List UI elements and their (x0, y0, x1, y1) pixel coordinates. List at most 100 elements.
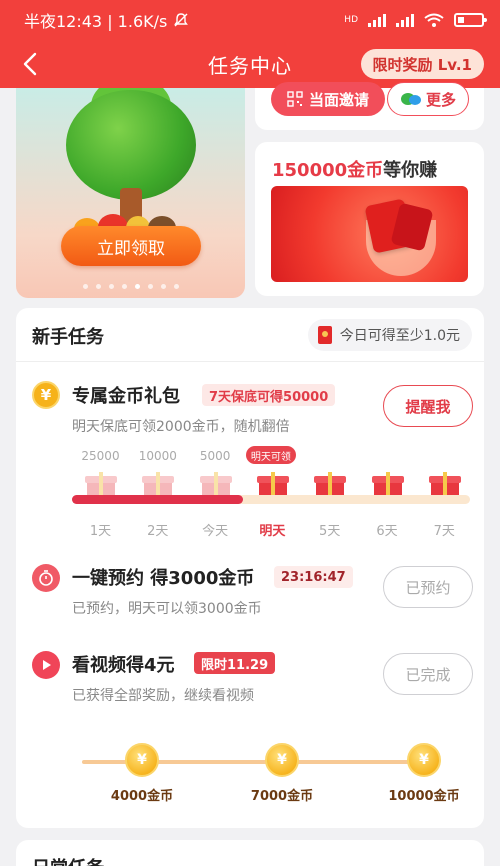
task-watch-video: 看视频得4元 限时11.29 已获得全部奖励，继续看视频 已完成 (16, 647, 484, 707)
carousel-dot[interactable] (147, 284, 153, 289)
more-share-button[interactable]: 更多 (387, 82, 469, 116)
task-reservation: 一键预约 得3000金币 23:16:47 已预约，明天可以领3000金币 已预… (16, 560, 484, 620)
gift-amount: 5000 (199, 449, 231, 463)
gift-day-label: 1天 (89, 524, 112, 539)
gift-day-label: 明天 (259, 524, 286, 539)
gift-box-icon (314, 470, 347, 498)
back-button[interactable] (14, 48, 46, 80)
gift-box-icon (428, 470, 461, 498)
coin-icon: ¥ (32, 381, 60, 409)
carousel-dot[interactable] (121, 284, 127, 289)
task-name: 一键预约 得3000金币 (72, 568, 255, 589)
daily-tasks-card: 日常任务 (16, 840, 484, 866)
coins-amount: 150000金币 (272, 160, 384, 181)
hd-label: HD (344, 15, 358, 25)
play-icon (32, 651, 60, 679)
milestone-label: 7000金币 (250, 789, 314, 804)
limited-time-tag: 限时11.29 (194, 652, 276, 674)
gift-day-label: 7天 (433, 524, 455, 539)
carousel-dot[interactable] (173, 284, 179, 289)
reward-level-badge[interactable]: 限时奖励 Lv.1 (360, 49, 484, 79)
carousel-dots (16, 284, 245, 289)
page-title: 任务中心 (208, 53, 292, 78)
coin-icon: ¥ (265, 743, 299, 777)
coin-icon: ¥ (407, 743, 441, 777)
gift-day: 5天 (301, 446, 358, 539)
milestone-item: ¥ 7000金币 (232, 743, 332, 804)
coins-promo-card[interactable]: 150000金币等你赚 (255, 142, 484, 296)
carousel-dot[interactable] (134, 284, 140, 289)
gift-box-icon (371, 470, 404, 498)
gift-day: 7天 (416, 446, 473, 539)
face-invite-button[interactable]: 当面邀请 (271, 82, 385, 116)
carousel-dot[interactable] (95, 284, 101, 289)
red-envelope-icon (317, 326, 332, 344)
gift-amount: 10000 (138, 449, 177, 463)
tree-crown (66, 90, 196, 200)
divider (16, 361, 484, 362)
invite-card: 当面邀请 更多 (255, 82, 484, 130)
section-title: 新手任务 (32, 327, 104, 348)
task-tag: 7天保底可得50000 (202, 384, 336, 406)
coin-milestones: ¥ 4000金币 ¥ 7000金币 ¥ 10000金币 (16, 743, 484, 804)
mute-bell-icon (174, 13, 189, 27)
battery-icon (454, 13, 487, 27)
app-header: 任务中心 限时奖励 Lv.1 (0, 40, 500, 88)
wechat-icon (400, 93, 421, 105)
gift-box-icon (199, 470, 232, 498)
task-desc: 已预约，明天可以领3000金币 (72, 601, 262, 617)
countdown-timer: 23:16:47 (274, 566, 353, 588)
gift-box-icon (256, 470, 289, 498)
signal-icon (368, 13, 386, 27)
gift-box-icon (85, 470, 117, 498)
milestone-label: 4000金币 (110, 789, 174, 804)
milestone-item: ¥ 4000金币 (92, 743, 192, 804)
status-bar: 半夜12:43 | 1.6K/s HD (0, 0, 500, 40)
task-name: 专属金币礼包 (72, 386, 180, 407)
milestone-item: ¥ 10000金币 (374, 743, 474, 804)
carousel-dot[interactable] (108, 284, 114, 289)
gift-amount: 25000 (81, 449, 120, 463)
coin-icon: ¥ (125, 743, 159, 777)
coins-promo-title: 150000金币等你赚 (272, 156, 437, 182)
section-title: 日常任务 (32, 854, 104, 866)
gift-day-label: 今天 (202, 524, 229, 539)
claim-now-button[interactable]: 立即领取 (61, 226, 201, 266)
task-name: 看视频得4元 (72, 655, 175, 676)
more-label: 更多 (425, 90, 456, 109)
gift-timeline: 25000 1天 10000 2天 5000 今天 明天可领 明天 5天 6天 7天 (72, 446, 473, 539)
milestone-label: 10000金币 (388, 789, 460, 804)
gift-day: 25000 1天 (72, 446, 129, 539)
coins-suffix: 等你赚 (383, 160, 438, 181)
gift-day: 5000 今天 (187, 446, 244, 539)
completed-button[interactable]: 已完成 (383, 653, 473, 695)
gift-progress-bar (72, 495, 470, 504)
gift-day-label: 5天 (319, 524, 341, 539)
tree-banner[interactable]: 立即领取 (16, 88, 245, 298)
gift-progress-fill (72, 495, 244, 504)
reserved-button[interactable]: 已预约 (383, 566, 473, 608)
red-envelope-illustration (271, 186, 468, 282)
carousel-dot[interactable] (82, 284, 88, 289)
newbie-tasks-card: 新手任务 今日可得至少1.0元 ¥ 专属金币礼包 7天保底可得50000 明天保… (16, 308, 484, 828)
qrcode-icon (287, 91, 303, 107)
gift-day: 10000 2天 (129, 446, 186, 539)
gift-box-icon (142, 470, 175, 498)
gift-day: 明天可领 明天 (244, 446, 301, 539)
remind-me-button[interactable]: 提醒我 (383, 385, 473, 427)
gift-day-label: 6天 (376, 524, 398, 539)
task-desc: 已获得全部奖励，继续看视频 (72, 688, 254, 704)
stopwatch-icon (32, 564, 60, 592)
gift-day: 6天 (359, 446, 416, 539)
face-invite-label: 当面邀请 (308, 90, 369, 109)
status-time: 半夜12:43 | 1.6K/s (24, 12, 168, 31)
chevron-left-icon (23, 52, 37, 76)
signal-2-icon (396, 13, 414, 27)
gift-day-label: 2天 (147, 524, 169, 539)
carousel-dot[interactable] (160, 284, 166, 289)
task-desc: 明天保底可领2000金币，随机翻倍 (72, 419, 290, 435)
wifi-icon (424, 13, 444, 27)
earnings-hint-text: 今日可得至少1.0元 (339, 328, 460, 344)
tomorrow-claim-badge: 明天可领 (245, 446, 296, 464)
earnings-hint: 今日可得至少1.0元 (307, 319, 472, 351)
